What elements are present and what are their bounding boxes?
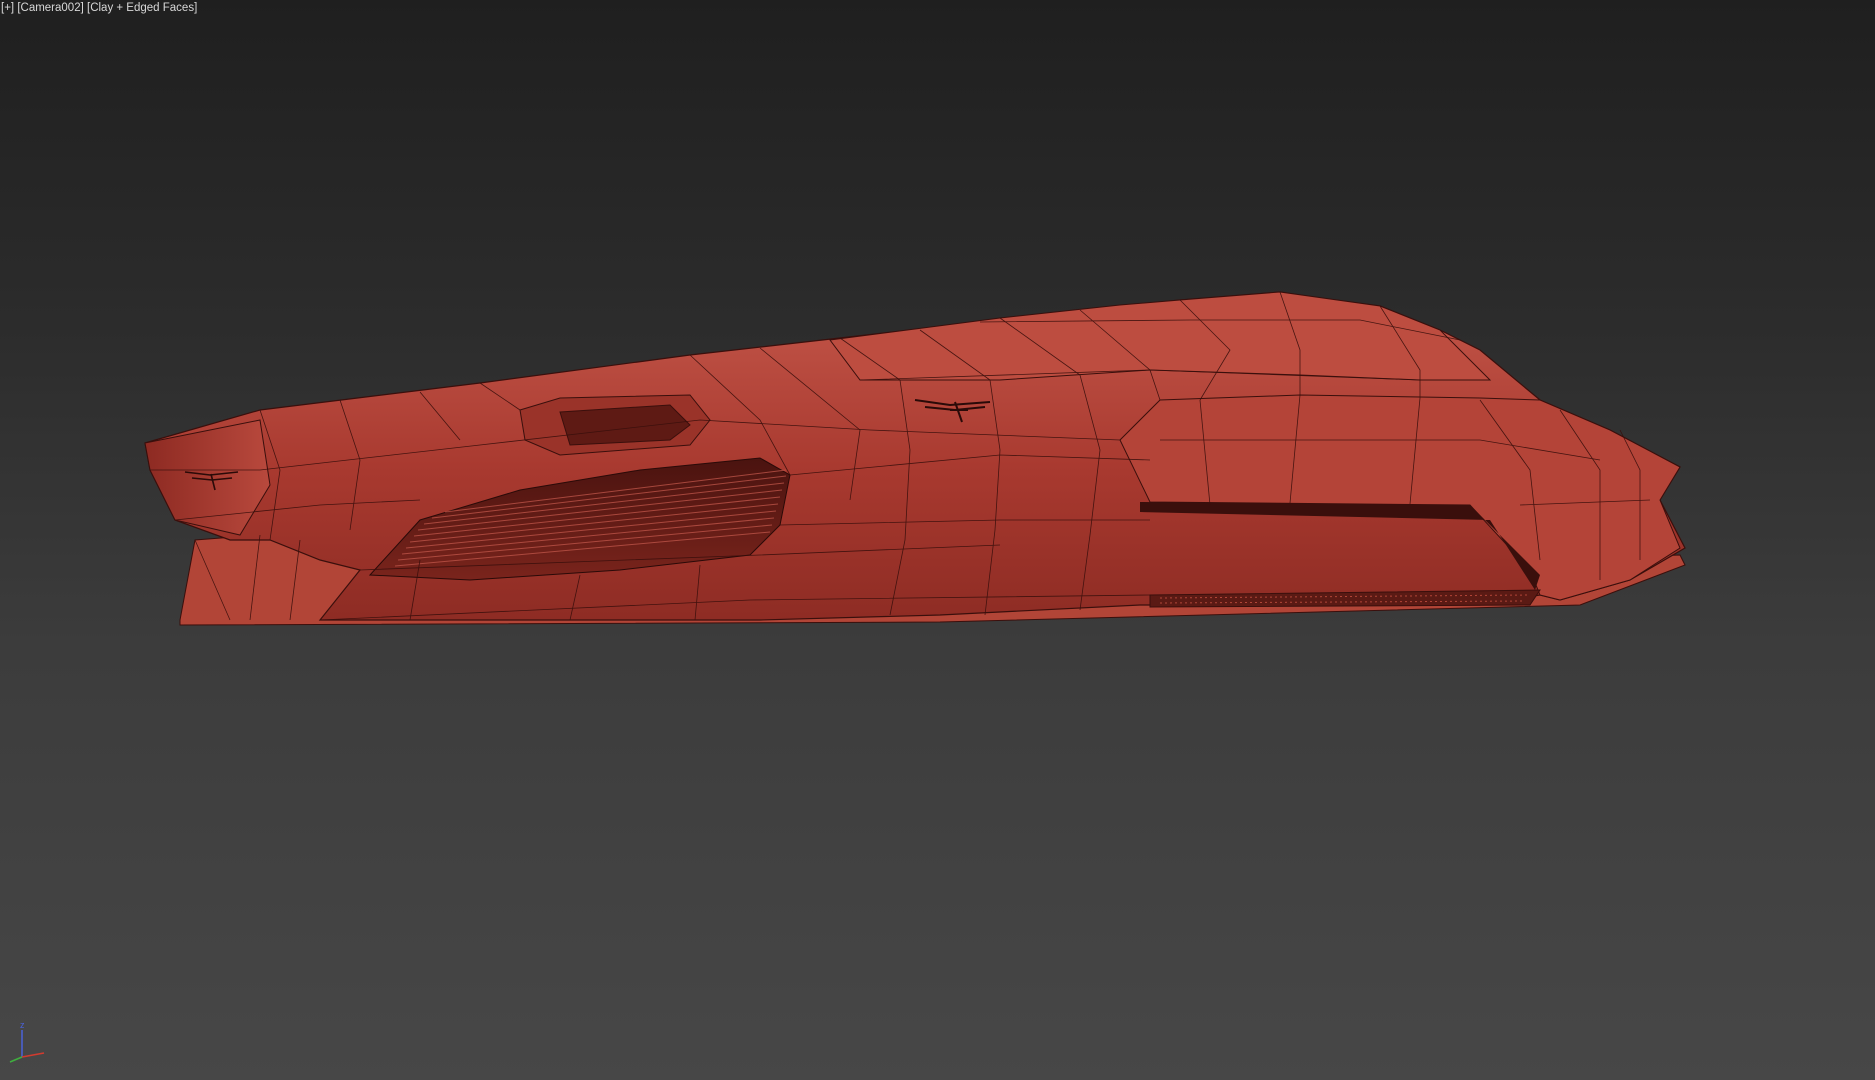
x-axis-icon [21, 1052, 45, 1058]
3d-viewport[interactable]: [+] [Camera002] [Clay + Edged Faces] z [0, 0, 1875, 1080]
z-axis-label: z [20, 1020, 25, 1030]
axis-gizmo: z [9, 1020, 45, 1063]
top-scoop-inner [559, 404, 691, 446]
spaceship-mesh[interactable] [0, 0, 1875, 1080]
y-axis-icon [9, 1056, 23, 1063]
